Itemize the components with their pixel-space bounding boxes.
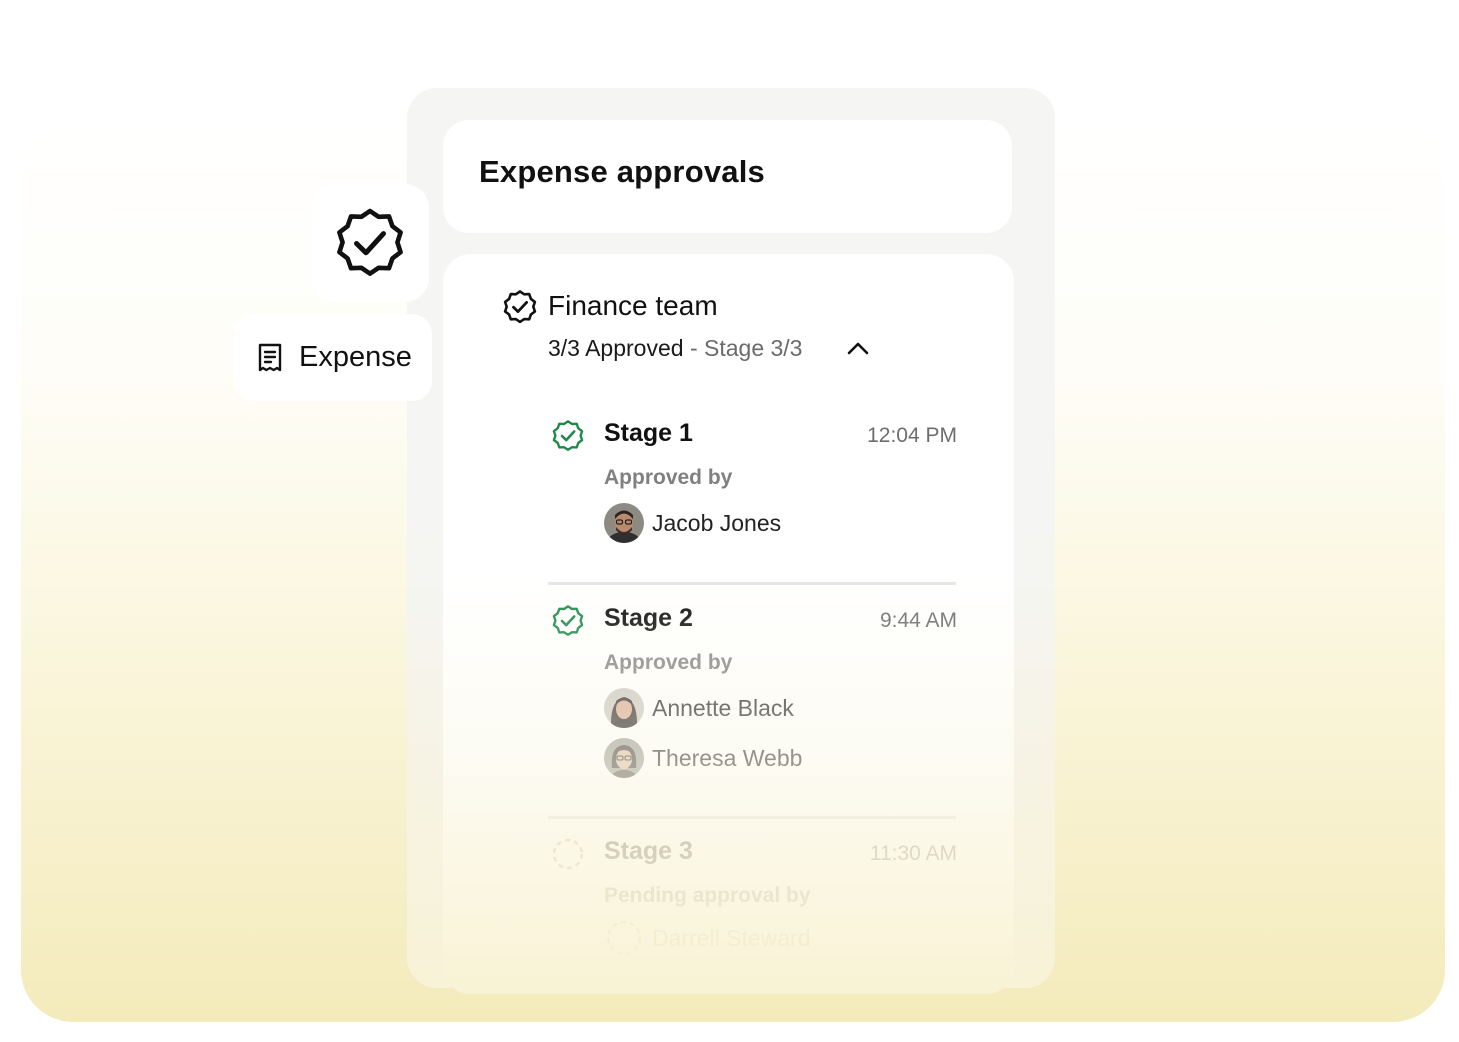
stage-time: 11:30 AM [869, 842, 957, 865]
approver: Theresa Webb [604, 738, 802, 778]
badge-card [312, 184, 429, 302]
stage-item: Stage 2 9:44 AM Approved by Annette Blac… [548, 601, 957, 781]
approved-badge-icon [552, 605, 584, 636]
approver: Annette Black [604, 688, 794, 728]
avatar [604, 688, 644, 728]
chevron-up-icon[interactable] [845, 338, 871, 358]
approver-label: Pending approval by [604, 884, 811, 907]
approver-label: Approved by [604, 466, 733, 489]
approval-list-card: Finance team 3/3 Approved - Stage 3/3 St… [443, 254, 1014, 994]
group-title: Finance team [548, 290, 718, 321]
stage-title: Stage 3 [604, 837, 693, 865]
avatar [604, 503, 644, 543]
header-card: Expense approvals [443, 120, 1012, 233]
approver: Jacob Jones [604, 503, 781, 543]
divider [548, 582, 956, 585]
expense-approvals-illustration: Expense approvals Finance team 3/3 Appro… [0, 0, 1459, 1042]
pending-circle-icon [552, 838, 584, 870]
approved-count: 3/3 Approved [548, 335, 684, 361]
stage-item: Stage 3 11:30 AM Pending approval by Dar… [548, 834, 957, 964]
approver-name: Darrell Steward [652, 924, 811, 951]
approval-summary: 3/3 Approved - Stage 3/3 [548, 335, 802, 362]
stage-title: Stage 1 [604, 419, 693, 447]
pending-avatar [604, 918, 644, 958]
stage-progress: - Stage 3/3 [683, 335, 803, 361]
receipt-icon [258, 343, 282, 371]
stage-time: 12:04 PM [867, 424, 957, 447]
approver-name: Theresa Webb [652, 744, 803, 771]
approver-name: Annette Black [652, 694, 794, 721]
expense-label: Expense [299, 341, 412, 373]
divider [548, 816, 956, 819]
page-title: Expense approvals [479, 154, 765, 189]
stage-time: 9:44 AM [879, 609, 957, 632]
stage-item: Stage 1 12:04 PM Approved by Jacob Jones [548, 416, 957, 546]
stage-title: Stage 2 [604, 604, 693, 632]
approved-badge-icon [552, 420, 584, 451]
approver-name: Jacob Jones [652, 509, 782, 536]
avatar [604, 738, 644, 778]
approver-label: Approved by [604, 651, 733, 674]
verified-badge-icon [337, 208, 403, 276]
verified-badge-icon [503, 290, 537, 324]
approver: Darrell Steward [604, 918, 811, 958]
expense-chip[interactable]: Expense [234, 314, 432, 401]
